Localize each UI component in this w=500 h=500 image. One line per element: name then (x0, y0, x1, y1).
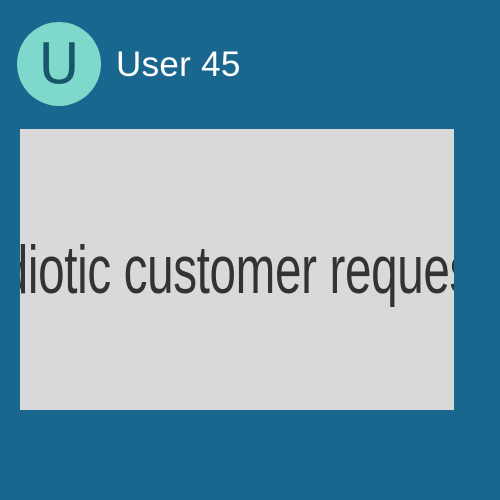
message-card: [Idiotic customer request] (20, 129, 454, 410)
username: User 45 (116, 44, 241, 84)
avatar: U (17, 22, 101, 106)
avatar-letter: U (38, 32, 80, 97)
message-text: [Idiotic customer request] (20, 231, 454, 308)
user-header: U User 45 (17, 22, 241, 106)
